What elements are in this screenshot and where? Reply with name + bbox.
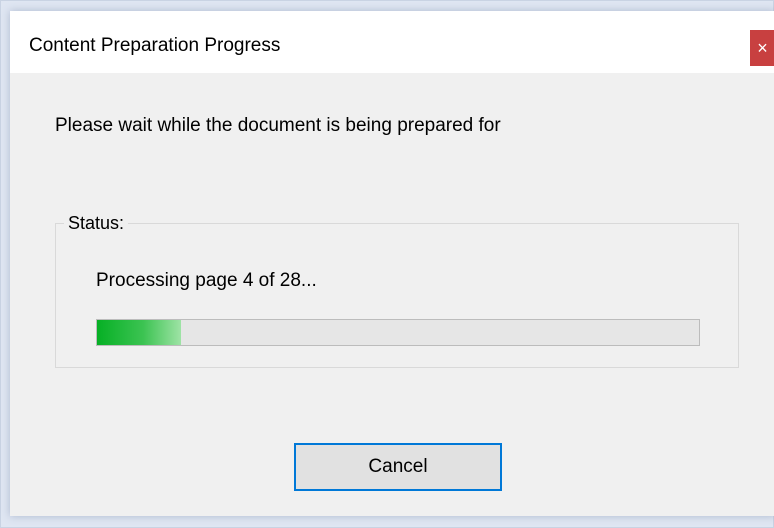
processing-text: Processing page 4 of 28...	[96, 270, 317, 291]
progress-bar-fill	[97, 320, 182, 345]
progress-bar	[96, 319, 700, 346]
close-icon: ×	[757, 38, 768, 58]
close-button[interactable]: ×	[750, 30, 774, 66]
progress-dialog: Content Preparation Progress × Please wa…	[10, 11, 774, 516]
status-label: Status:	[64, 213, 129, 234]
cancel-button[interactable]: Cancel	[294, 443, 502, 491]
title-bar: Content Preparation Progress ×	[10, 11, 774, 73]
dialog-title: Content Preparation Progress	[29, 35, 281, 56]
desktop-frame: Content Preparation Progress × Please wa…	[0, 0, 774, 528]
status-group: Status: Processing page 4 of 28...	[55, 213, 739, 368]
wait-message: Please wait while the document is being …	[55, 115, 501, 136]
